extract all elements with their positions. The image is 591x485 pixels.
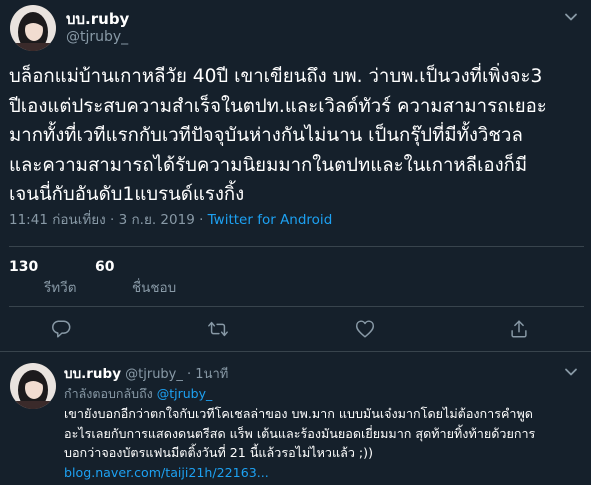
- chevron-down-icon[interactable]: [561, 362, 581, 382]
- reply-header: บบ.ruby @tjruby_ · 1นาที: [64, 362, 228, 384]
- display-name[interactable]: บบ.ruby: [66, 7, 129, 31]
- tweet-text-line: ปีเองแต่ประสบความสำเร็จในตปท.และเวิลด์ทั…: [9, 95, 547, 117]
- avatar-photo: [10, 5, 56, 51]
- reply-text-line: เขายังบอกอีกว่าตกใจกับเวทีโคเชลล่าของ บพ…: [64, 406, 533, 421]
- reply-text-line: อะไรเลยกับการแสดงดนตรีสด แร็พ เต้นและร้อ…: [64, 425, 536, 441]
- tweet-text-line: และความสามารถได้รับความนิยมมากในตปทและใน…: [9, 154, 528, 176]
- mention-link[interactable]: @tjruby_: [157, 386, 213, 401]
- chevron-down-icon[interactable]: [561, 7, 581, 27]
- tweet-meta: 11:41 ก่อนเที่ยง · 3 ก.ย. 2019 · Twitter…: [9, 208, 332, 230]
- avatar[interactable]: [10, 5, 56, 51]
- meta-separator: ·: [194, 212, 208, 228]
- timestamp[interactable]: 11:41 ก่อนเที่ยง · 3 ก.ย. 2019: [9, 212, 195, 228]
- divider: [9, 246, 584, 247]
- heart-icon[interactable]: [354, 318, 376, 340]
- like-count[interactable]: 60: [95, 259, 114, 275]
- reply-text-line: บอกว่าจองบัตรแฟนมีตติ้งวันที่ 21 นี้แล้ว…: [64, 445, 373, 460]
- share-icon[interactable]: [508, 318, 530, 340]
- timestamp[interactable]: 1นาที: [195, 367, 228, 382]
- display-name[interactable]: บบ.ruby: [64, 366, 121, 382]
- retweet-count[interactable]: 130: [9, 259, 38, 275]
- retweet-icon[interactable]: [207, 318, 229, 340]
- client-link[interactable]: Twitter for Android: [208, 212, 333, 228]
- replying-to-label: กำลังตอบกลับถึง: [64, 386, 157, 401]
- tweet-text-line: บล็อกแม่บ้านเกาหลีวัย 40ปี เขาเขียนถึง บ…: [9, 66, 543, 87]
- retweet-label[interactable]: รีทวีต: [44, 276, 77, 298]
- avatar-photo: [10, 363, 56, 409]
- replying-to: กำลังตอบกลับถึง @tjruby_: [64, 384, 212, 404]
- external-link[interactable]: blog.naver.com/taiji21h/22163...: [64, 463, 584, 483]
- divider: [9, 306, 584, 307]
- handle[interactable]: @tjruby_: [66, 29, 128, 45]
- tweet-text-line: เจนนี่กับอันดับ1แบรนด์แรงกิ้ง: [9, 184, 245, 205]
- reply-text: เขายังบอกอีกว่าตกใจกับเวทีโคเชลล่าของ บพ…: [64, 404, 584, 482]
- main-tweet: บบ.ruby @tjruby_ บล็อกแม่บ้านเกาหลีวัย 4…: [0, 0, 591, 352]
- like-label[interactable]: ชื่นชอบ: [132, 276, 176, 298]
- reply-icon[interactable]: [50, 318, 72, 340]
- avatar[interactable]: [10, 363, 56, 409]
- tweet-text: บล็อกแม่บ้านเกาหลีวัย 40ปี เขาเขียนถึง บ…: [9, 62, 584, 210]
- meta-separator: ·: [182, 367, 196, 382]
- handle[interactable]: @tjruby_: [125, 367, 183, 382]
- tweet-text-line: มากทั้งที่เวทีแรกกับเวทีปัจจุบันห่างกันไ…: [9, 125, 523, 146]
